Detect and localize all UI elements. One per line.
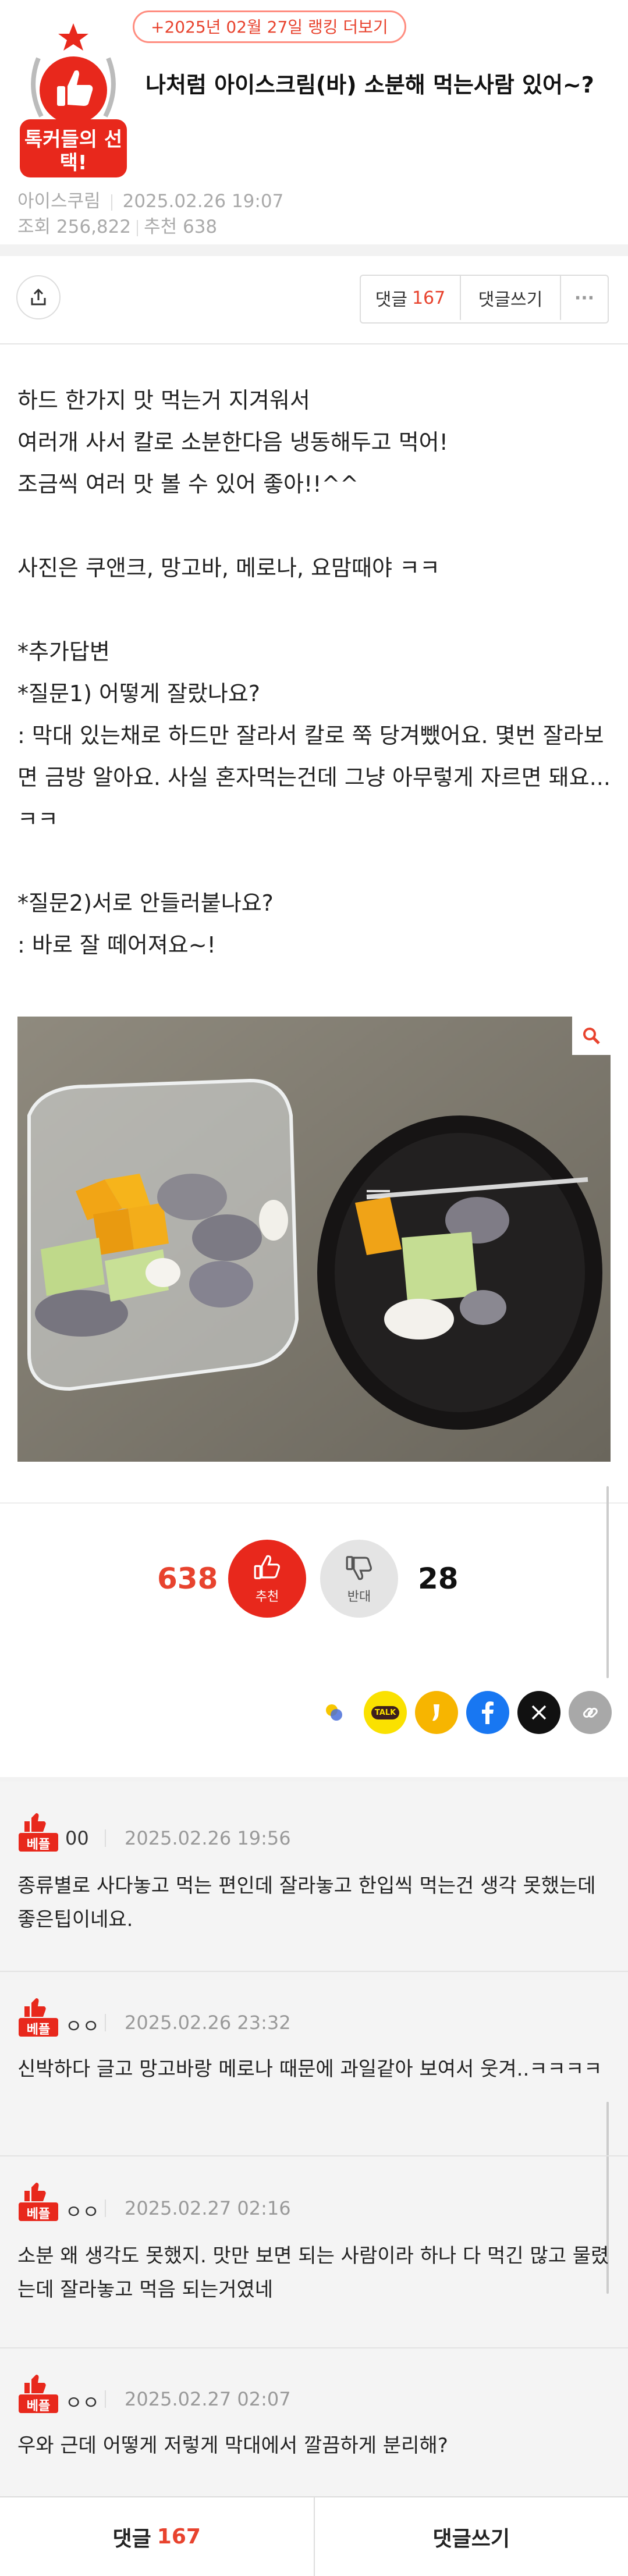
bottom-action-bar: 댓글167 댓글쓰기 — [0, 2496, 628, 2576]
best-reply-badge: 베플 — [17, 2374, 59, 2414]
post-meta-stats: 조회 256,822 추천 638 — [17, 212, 217, 238]
badge-label: 톡커들의 선택! — [20, 128, 127, 175]
comment-item: 베플 00 2025.02.26 19:56 종류별로 사다놓고 먹는 편인데 … — [0, 1782, 628, 1972]
sns-share-bar: TALK — [313, 1691, 612, 1734]
downvote-count: 28 — [418, 1562, 459, 1596]
bottom-comment-button[interactable]: 댓글167 — [0, 2497, 315, 2576]
link-icon[interactable] — [569, 1691, 612, 1734]
more-button[interactable]: ··· — [561, 276, 608, 320]
comment-author[interactable]: ㅇㅇ — [65, 2012, 100, 2038]
article-line: *질문1) 어떻게 잘랐나요? — [17, 673, 611, 715]
article-line — [17, 840, 611, 882]
share-button[interactable] — [16, 275, 61, 319]
comment-item: 베플 ㅇㅇ 2025.02.26 23:32 신박하다 글고 망고바랑 메로나 … — [0, 1971, 628, 2156]
comment-item: 베플 ㅇㅇ 2025.02.27 02:16 소분 왜 생각도 못했지. 맛만 … — [0, 2155, 628, 2348]
zoom-button[interactable] — [572, 1017, 611, 1055]
ranking-more-link[interactable]: +2025년 02월 27일 랭킹 더보기 — [133, 10, 406, 43]
article-line: *질문2)서로 안들러붙나요? — [17, 882, 611, 924]
post-action-group: 댓글167 댓글쓰기 ··· — [360, 275, 609, 324]
comment-item: 베플 ㅇㅇ 2025.02.27 02:07 우와 근데 어떻게 저렇게 막대에… — [0, 2347, 628, 2496]
comment-date: 2025.02.26 19:56 — [125, 1827, 291, 1849]
comment-text: 신박하다 글고 망고바랑 메로나 때문에 과일같아 보여서 웃겨..ㅋㅋㅋㅋ — [17, 2052, 611, 2086]
comment-date: 2025.02.27 02:07 — [125, 2388, 291, 2410]
divider — [111, 194, 112, 211]
best-label: 베플 — [17, 2204, 59, 2222]
downvote-button[interactable]: 반대 — [320, 1540, 398, 1618]
article-line: 하드 한가지 맛 먹는거 지겨워서 — [17, 379, 611, 421]
best-label: 베플 — [17, 2019, 59, 2038]
upvote-label: 추천 — [256, 1586, 279, 1605]
best-reply-badge: 베플 — [17, 1997, 59, 2038]
recommend-count: 추천 638 — [144, 216, 217, 237]
best-comments: 베플 00 2025.02.26 19:56 종류별로 사다놓고 먹는 편인데 … — [0, 1782, 628, 2496]
bottom-write-comment-button[interactable]: 댓글쓰기 — [315, 2497, 628, 2576]
comment-text: 종류별로 사다놓고 먹는 편인데 잘라놓고 한입씩 먹는건 생각 못했는데 좋은… — [17, 1869, 611, 1937]
article-line: 사진은 쿠앤크, 망고바, 메로나, 요맘때야 ㅋㅋ — [17, 547, 611, 589]
bottom-comment-count: 167 — [157, 2525, 201, 2549]
divider — [105, 2390, 106, 2408]
best-label: 베플 — [17, 2396, 59, 2414]
divider — [105, 2200, 106, 2217]
bottom-comment-label: 댓글 — [113, 2522, 151, 2552]
thumbs-up-icon — [252, 1552, 282, 1583]
talk-label: TALK — [371, 1706, 399, 1719]
facebook-icon[interactable] — [466, 1691, 509, 1734]
post-date: 2025.02.26 19:07 — [123, 191, 284, 212]
comment-date: 2025.02.27 02:16 — [125, 2197, 291, 2219]
best-label: 베플 — [17, 1834, 59, 1853]
kakaostory-icon[interactable] — [313, 1691, 356, 1734]
comment-label: 댓글 — [375, 285, 407, 311]
comment-count: 167 — [412, 288, 445, 308]
ice-cream-photo — [17, 1017, 611, 1462]
post-header: 톡커들의 선택! +2025년 02월 27일 랭킹 더보기 나처럼 아이스크림… — [0, 0, 628, 244]
post-category[interactable]: 아이스쿠림 — [17, 191, 101, 212]
page-title: 나처럼 아이스크림(바) 소분해 먹는사람 있어~? — [146, 67, 594, 99]
thumbs-down-icon — [344, 1552, 374, 1583]
best-reply-badge: 베플 — [17, 1812, 59, 1853]
article-body: 하드 한가지 맛 먹는거 지겨워서 여러개 사서 칼로 소분한다음 냉동해두고 … — [0, 344, 628, 1502]
upvote-count: 638 — [157, 1562, 218, 1596]
upvote-button[interactable]: 추천 — [228, 1540, 306, 1618]
scrollbar[interactable] — [606, 1486, 609, 1678]
comment-date: 2025.02.26 23:32 — [125, 2012, 291, 2034]
write-comment-button[interactable]: 댓글쓰기 — [461, 276, 561, 320]
x-icon[interactable] — [517, 1691, 560, 1734]
post-meta-primary: 아이스쿠림 2025.02.26 19:07 — [17, 186, 283, 212]
article-line: : 바로 잘 떼어져요~! — [17, 924, 611, 966]
best-reply-badge: 베플 — [17, 2181, 59, 2222]
article-line: *추가답변 — [17, 631, 611, 673]
article-line — [17, 589, 611, 631]
downvote-label: 반대 — [347, 1586, 371, 1605]
share-icon — [29, 287, 48, 307]
article-text: 하드 한가지 맛 먹는거 지겨워서 여러개 사서 칼로 소분한다음 냉동해두고 … — [17, 379, 611, 966]
comment-text: 우와 근데 어떻게 저렇게 막대에서 깔끔하게 분리해? — [17, 2429, 611, 2463]
view-count: 조회 256,822 — [17, 216, 131, 237]
talker-choice-badge: 톡커들의 선택! — [15, 17, 132, 180]
article-line: : 막대 있는채로 하드만 잘라서 칼로 쭉 당겨뺐어요. 몇번 잘라보면 금방… — [17, 715, 611, 840]
comment-author[interactable]: ㅇㅇ — [65, 2388, 100, 2415]
divider — [105, 2014, 106, 2031]
post-toolbar: 댓글167 댓글쓰기 ··· — [0, 256, 628, 344]
comment-author[interactable]: 00 — [65, 1827, 89, 1849]
band-icon[interactable] — [415, 1691, 458, 1734]
search-icon — [581, 1026, 601, 1046]
divider — [105, 1829, 106, 1847]
comment-count-button[interactable]: 댓글167 — [361, 276, 461, 320]
comment-author[interactable]: ㅇㅇ — [65, 2197, 100, 2224]
comment-text: 소분 왜 생각도 못했지. 맛만 보면 되는 사람이라 하나 다 먹긴 많고 물… — [17, 2239, 611, 2307]
article-photo[interactable] — [17, 1017, 611, 1462]
kakaotalk-icon[interactable]: TALK — [364, 1691, 407, 1734]
article-line: 조금씩 여러 맛 볼 수 있어 좋아!!^^ — [17, 463, 611, 505]
article-line: 여러개 사서 칼로 소분한다음 냉동해두고 먹어! — [17, 421, 611, 463]
vote-section: 638 추천 반대 28 TALK — [0, 1502, 628, 1777]
article-line — [17, 505, 611, 547]
divider — [137, 220, 138, 236]
